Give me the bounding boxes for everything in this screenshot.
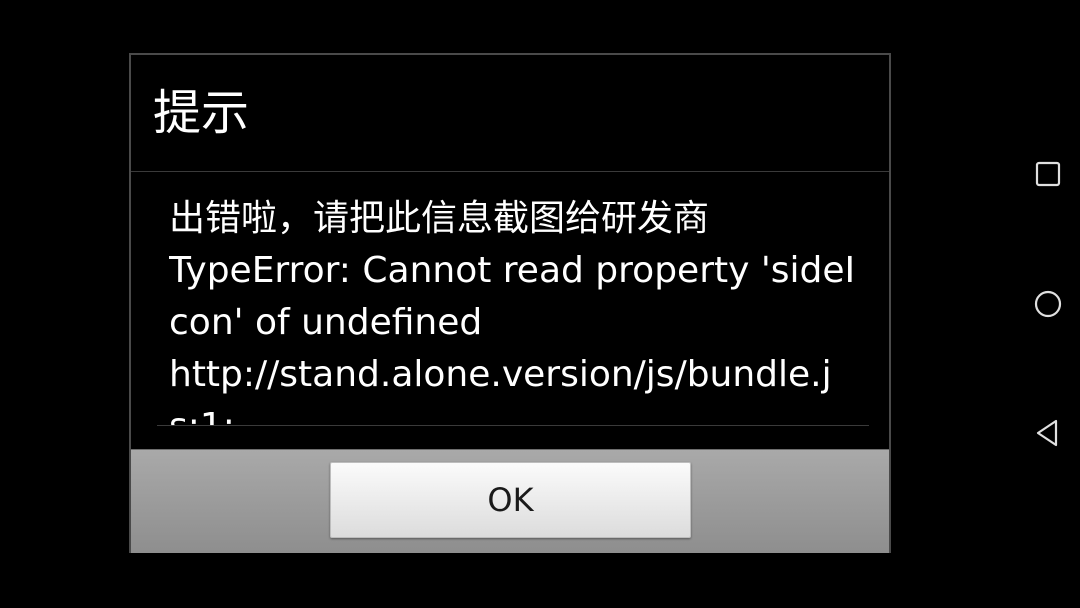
recent-apps-button[interactable] bbox=[1028, 154, 1068, 194]
body-divider bbox=[157, 425, 869, 426]
ok-button[interactable]: OK bbox=[330, 462, 691, 538]
navigation-bar bbox=[1016, 0, 1080, 608]
back-icon bbox=[1036, 419, 1058, 447]
dialog-title: 提示 bbox=[131, 55, 889, 172]
home-icon bbox=[1034, 290, 1062, 318]
button-bar: OK bbox=[131, 449, 889, 553]
error-dialog: 提示 出错啦，请把此信息截图给研发商 TypeError: Cannot rea… bbox=[129, 53, 891, 553]
back-button[interactable] bbox=[1028, 413, 1068, 453]
home-button[interactable] bbox=[1028, 284, 1068, 324]
error-message: 出错啦，请把此信息截图给研发商 TypeError: Cannot read p… bbox=[169, 198, 856, 425]
screen: 提示 出错啦，请把此信息截图给研发商 TypeError: Cannot rea… bbox=[0, 0, 1080, 608]
recent-apps-icon bbox=[1035, 161, 1061, 187]
dialog-body[interactable]: 出错啦，请把此信息截图给研发商 TypeError: Cannot read p… bbox=[131, 173, 889, 431]
